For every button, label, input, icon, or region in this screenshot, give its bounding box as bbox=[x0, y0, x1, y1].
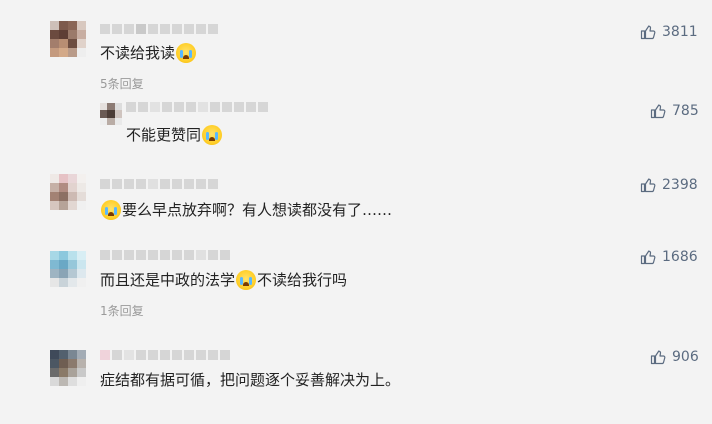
avatar[interactable] bbox=[50, 174, 86, 210]
comment-text: 要么早点放弃啊？有人想读都没有了…… bbox=[100, 199, 392, 221]
comment-text: 不读给我读 bbox=[100, 42, 197, 64]
username-blurred[interactable] bbox=[100, 24, 218, 36]
comment-text: 症结都有据可循，把问题逐个妥善解决为上。 bbox=[100, 369, 400, 391]
username-blurred[interactable] bbox=[100, 179, 218, 191]
thumbs-up-icon bbox=[640, 250, 656, 265]
avatar[interactable] bbox=[50, 350, 86, 386]
like-count: 1686 bbox=[662, 249, 698, 265]
like-count: 906 bbox=[672, 349, 699, 365]
comment-text: 而且还是中政的法学 不读给我行吗 bbox=[100, 269, 347, 291]
like-button[interactable]: 906 bbox=[650, 349, 699, 365]
view-replies-link[interactable]: 1条回复 bbox=[100, 302, 144, 319]
comment-text-content: 不能更赞同 bbox=[126, 126, 202, 144]
view-replies-link[interactable]: 5条回复 bbox=[100, 75, 144, 92]
avatar[interactable] bbox=[50, 21, 86, 57]
username-blurred[interactable] bbox=[126, 102, 268, 114]
like-count: 785 bbox=[672, 103, 699, 119]
thumbs-up-icon bbox=[640, 178, 656, 193]
crying-face-icon bbox=[202, 125, 223, 145]
like-button[interactable]: 3811 bbox=[640, 24, 698, 40]
thumbs-up-icon bbox=[650, 350, 666, 365]
crying-face-icon bbox=[236, 270, 257, 290]
username-blurred[interactable] bbox=[100, 250, 230, 262]
thumbs-up-icon bbox=[650, 104, 666, 119]
comment-text-content: 而且还是中政的法学 bbox=[100, 271, 236, 289]
username-blurred[interactable] bbox=[100, 350, 230, 362]
avatar[interactable] bbox=[100, 103, 122, 125]
thumbs-up-icon bbox=[640, 25, 656, 40]
like-button[interactable]: 785 bbox=[650, 103, 699, 119]
comment-text-content: 要么早点放弃啊？有人想读都没有了…… bbox=[122, 201, 393, 219]
like-button[interactable]: 2398 bbox=[640, 177, 698, 193]
like-count: 3811 bbox=[662, 24, 698, 40]
like-count: 2398 bbox=[662, 177, 698, 193]
comment-text-content: 不读给我行吗 bbox=[257, 271, 348, 289]
comment-text-content: 不读给我读 bbox=[100, 44, 176, 62]
comment-text-content: 症结都有据可循，把问题逐个妥善解决为上。 bbox=[100, 371, 401, 389]
comment-text: 不能更赞同 bbox=[126, 124, 223, 146]
like-button[interactable]: 1686 bbox=[640, 249, 698, 265]
crying-face-icon bbox=[101, 200, 121, 220]
avatar[interactable] bbox=[50, 251, 86, 287]
crying-face-icon bbox=[176, 43, 197, 63]
